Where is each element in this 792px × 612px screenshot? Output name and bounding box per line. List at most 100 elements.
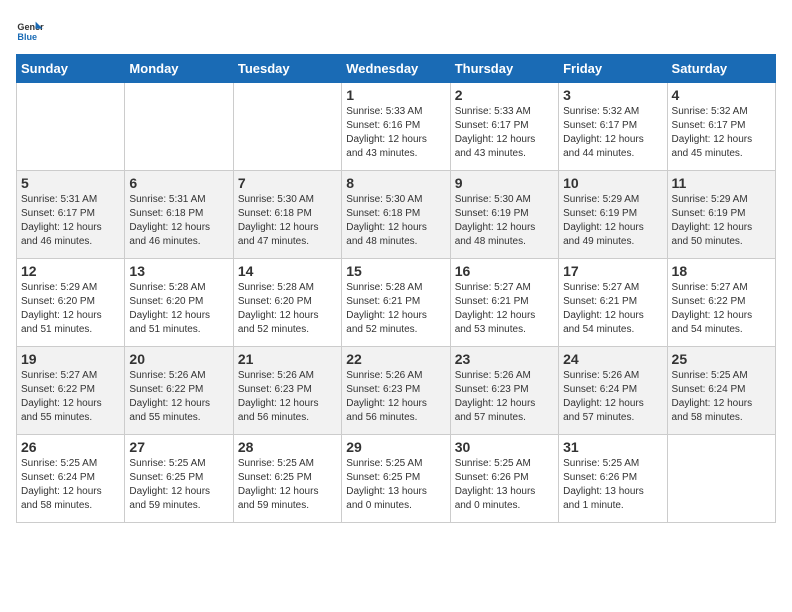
- day-detail: Sunrise: 5:25 AMSunset: 6:25 PMDaylight:…: [238, 457, 337, 513]
- day-number: 6: [129, 175, 228, 191]
- day-detail: Sunrise: 5:29 AMSunset: 6:19 PMDaylight:…: [563, 193, 662, 249]
- day-number: 1: [346, 87, 445, 103]
- day-header-monday: Monday: [125, 55, 233, 83]
- day-detail: Sunrise: 5:30 AMSunset: 6:19 PMDaylight:…: [455, 193, 554, 249]
- day-detail: Sunrise: 5:28 AMSunset: 6:21 PMDaylight:…: [346, 281, 445, 337]
- day-number: 23: [455, 351, 554, 367]
- day-cell: 14 Sunrise: 5:28 AMSunset: 6:20 PMDayligh…: [233, 259, 341, 347]
- day-detail: Sunrise: 5:25 AMSunset: 6:25 PMDaylight:…: [129, 457, 228, 513]
- day-number: 31: [563, 439, 662, 455]
- day-detail: Sunrise: 5:26 AMSunset: 6:23 PMDaylight:…: [455, 369, 554, 425]
- day-cell: 13 Sunrise: 5:28 AMSunset: 6:20 PMDayligh…: [125, 259, 233, 347]
- logo: General Blue: [16, 16, 48, 44]
- day-cell: [667, 435, 775, 523]
- day-cell: 22Sunrise: 5:26 AMSunset: 6:23 PMDayligh…: [342, 347, 450, 435]
- day-detail: Sunrise: 5:25 AMSunset: 6:25 PMDaylight:…: [346, 457, 445, 513]
- day-number: 10: [563, 175, 662, 191]
- day-detail: Sunrise: 5:31 AMSunset: 6:18 PMDaylight:…: [129, 193, 228, 249]
- day-number: 16: [455, 263, 554, 279]
- calendar-body: 1 Sunrise: 5:33 AMSunset: 6:16 PMDaylight…: [17, 83, 776, 523]
- day-number: 18: [672, 263, 771, 279]
- day-cell: 5 Sunrise: 5:31 AMSunset: 6:17 PMDaylight…: [17, 171, 125, 259]
- day-header-tuesday: Tuesday: [233, 55, 341, 83]
- calendar-header-row: SundayMondayTuesdayWednesdayThursdayFrid…: [17, 55, 776, 83]
- day-detail: Sunrise: 5:27 AMSunset: 6:22 PMDaylight:…: [21, 369, 120, 425]
- day-detail: Sunrise: 5:30 AMSunset: 6:18 PMDaylight:…: [346, 193, 445, 249]
- day-cell: 19Sunrise: 5:27 AMSunset: 6:22 PMDayligh…: [17, 347, 125, 435]
- day-cell: 6 Sunrise: 5:31 AMSunset: 6:18 PMDaylight…: [125, 171, 233, 259]
- day-cell: 28 Sunrise: 5:25 AMSunset: 6:25 PMDayligh…: [233, 435, 341, 523]
- day-cell: [233, 83, 341, 171]
- day-number: 30: [455, 439, 554, 455]
- week-row-3: 12 Sunrise: 5:29 AMSunset: 6:20 PMDayligh…: [17, 259, 776, 347]
- day-cell: 23 Sunrise: 5:26 AMSunset: 6:23 PMDayligh…: [450, 347, 558, 435]
- day-number: 25: [672, 351, 771, 367]
- calendar-table: SundayMondayTuesdayWednesdayThursdayFrid…: [16, 54, 776, 523]
- day-cell: 16Sunrise: 5:27 AMSunset: 6:21 PMDayligh…: [450, 259, 558, 347]
- day-number: 14: [238, 263, 337, 279]
- day-cell: 10 Sunrise: 5:29 AMSunset: 6:19 PMDayligh…: [559, 171, 667, 259]
- day-cell: [125, 83, 233, 171]
- page-header: General Blue: [16, 16, 776, 44]
- day-number: 13: [129, 263, 228, 279]
- day-cell: 26 Sunrise: 5:25 AMSunset: 6:24 PMDayligh…: [17, 435, 125, 523]
- day-cell: 27Sunrise: 5:25 AMSunset: 6:25 PMDayligh…: [125, 435, 233, 523]
- day-number: 11: [672, 175, 771, 191]
- day-detail: Sunrise: 5:29 AMSunset: 6:19 PMDaylight:…: [672, 193, 771, 249]
- day-header-wednesday: Wednesday: [342, 55, 450, 83]
- day-header-sunday: Sunday: [17, 55, 125, 83]
- day-detail: Sunrise: 5:32 AMSunset: 6:17 PMDaylight:…: [563, 105, 662, 161]
- day-detail: Sunrise: 5:27 AMSunset: 6:21 PMDaylight:…: [563, 281, 662, 337]
- day-number: 29: [346, 439, 445, 455]
- day-cell: 21Sunrise: 5:26 AMSunset: 6:23 PMDayligh…: [233, 347, 341, 435]
- day-number: 20: [129, 351, 228, 367]
- day-number: 8: [346, 175, 445, 191]
- week-row-5: 26 Sunrise: 5:25 AMSunset: 6:24 PMDayligh…: [17, 435, 776, 523]
- day-detail: Sunrise: 5:30 AMSunset: 6:18 PMDaylight:…: [238, 193, 337, 249]
- day-cell: 25 Sunrise: 5:25 AMSunset: 6:24 PMDayligh…: [667, 347, 775, 435]
- day-detail: Sunrise: 5:25 AMSunset: 6:26 PMDaylight:…: [563, 457, 662, 513]
- day-detail: Sunrise: 5:28 AMSunset: 6:20 PMDaylight:…: [129, 281, 228, 337]
- day-cell: 4 Sunrise: 5:32 AMSunset: 6:17 PMDaylight…: [667, 83, 775, 171]
- day-number: 17: [563, 263, 662, 279]
- day-cell: 8 Sunrise: 5:30 AMSunset: 6:18 PMDaylight…: [342, 171, 450, 259]
- day-number: 26: [21, 439, 120, 455]
- day-cell: 17 Sunrise: 5:27 AMSunset: 6:21 PMDayligh…: [559, 259, 667, 347]
- day-cell: 7 Sunrise: 5:30 AMSunset: 6:18 PMDaylight…: [233, 171, 341, 259]
- day-detail: Sunrise: 5:28 AMSunset: 6:20 PMDaylight:…: [238, 281, 337, 337]
- day-number: 7: [238, 175, 337, 191]
- day-detail: Sunrise: 5:31 AMSunset: 6:17 PMDaylight:…: [21, 193, 120, 249]
- day-number: 9: [455, 175, 554, 191]
- week-row-2: 5 Sunrise: 5:31 AMSunset: 6:17 PMDaylight…: [17, 171, 776, 259]
- day-detail: Sunrise: 5:26 AMSunset: 6:24 PMDaylight:…: [563, 369, 662, 425]
- day-number: 4: [672, 87, 771, 103]
- day-detail: Sunrise: 5:25 AMSunset: 6:24 PMDaylight:…: [21, 457, 120, 513]
- day-detail: Sunrise: 5:25 AMSunset: 6:24 PMDaylight:…: [672, 369, 771, 425]
- day-cell: [17, 83, 125, 171]
- day-header-thursday: Thursday: [450, 55, 558, 83]
- day-detail: Sunrise: 5:26 AMSunset: 6:23 PMDaylight:…: [238, 369, 337, 425]
- day-cell: 3Sunrise: 5:32 AMSunset: 6:17 PMDaylight…: [559, 83, 667, 171]
- day-cell: 2Sunrise: 5:33 AMSunset: 6:17 PMDaylight…: [450, 83, 558, 171]
- day-detail: Sunrise: 5:25 AMSunset: 6:26 PMDaylight:…: [455, 457, 554, 513]
- day-cell: 1 Sunrise: 5:33 AMSunset: 6:16 PMDaylight…: [342, 83, 450, 171]
- day-cell: 11 Sunrise: 5:29 AMSunset: 6:19 PMDayligh…: [667, 171, 775, 259]
- day-detail: Sunrise: 5:26 AMSunset: 6:22 PMDaylight:…: [129, 369, 228, 425]
- day-cell: 31 Sunrise: 5:25 AMSunset: 6:26 PMDayligh…: [559, 435, 667, 523]
- day-cell: 24Sunrise: 5:26 AMSunset: 6:24 PMDayligh…: [559, 347, 667, 435]
- week-row-4: 19Sunrise: 5:27 AMSunset: 6:22 PMDayligh…: [17, 347, 776, 435]
- day-cell: 15Sunrise: 5:28 AMSunset: 6:21 PMDayligh…: [342, 259, 450, 347]
- day-number: 5: [21, 175, 120, 191]
- day-cell: 30 Sunrise: 5:25 AMSunset: 6:26 PMDayligh…: [450, 435, 558, 523]
- logo-icon: General Blue: [16, 16, 44, 44]
- svg-text:Blue: Blue: [17, 32, 37, 42]
- day-detail: Sunrise: 5:33 AMSunset: 6:16 PMDaylight:…: [346, 105, 445, 161]
- day-detail: Sunrise: 5:32 AMSunset: 6:17 PMDaylight:…: [672, 105, 771, 161]
- day-detail: Sunrise: 5:33 AMSunset: 6:17 PMDaylight:…: [455, 105, 554, 161]
- day-cell: 20 Sunrise: 5:26 AMSunset: 6:22 PMDayligh…: [125, 347, 233, 435]
- day-number: 12: [21, 263, 120, 279]
- day-header-friday: Friday: [559, 55, 667, 83]
- day-number: 28: [238, 439, 337, 455]
- day-detail: Sunrise: 5:29 AMSunset: 6:20 PMDaylight:…: [21, 281, 120, 337]
- day-detail: Sunrise: 5:26 AMSunset: 6:23 PMDaylight:…: [346, 369, 445, 425]
